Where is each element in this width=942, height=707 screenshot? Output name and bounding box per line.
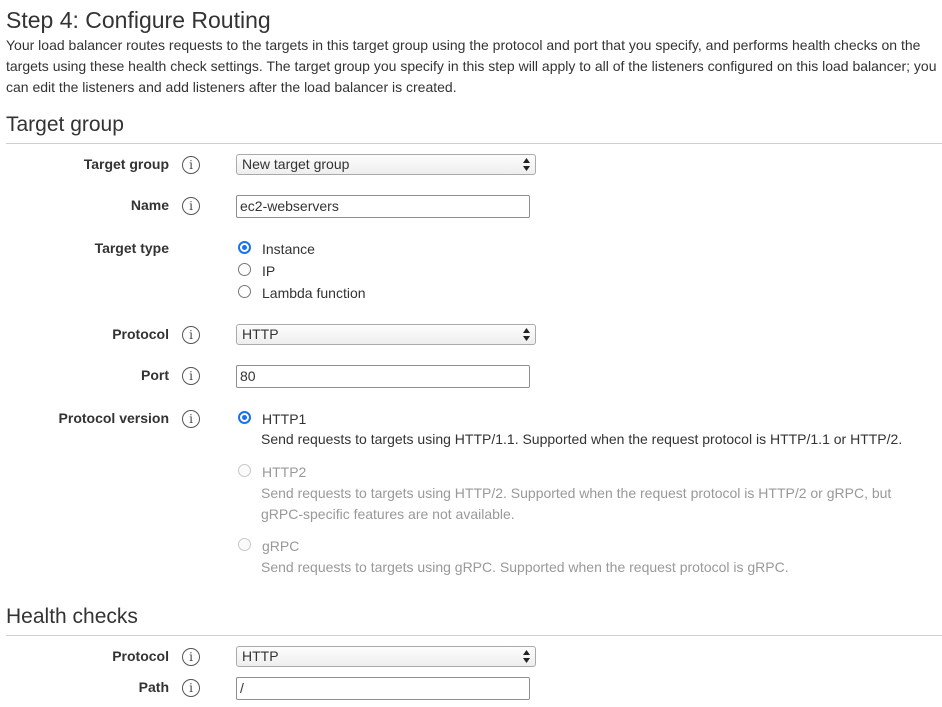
info-icon[interactable]: i bbox=[182, 679, 200, 697]
health-check-protocol-select-value: HTTP bbox=[242, 648, 279, 664]
protocol-version-http1-label[interactable]: HTTP1 bbox=[262, 410, 306, 428]
protocol-version-http2-radio bbox=[238, 464, 251, 477]
target-type-label: Target type bbox=[94, 240, 169, 256]
target-type-ip-radio[interactable] bbox=[238, 263, 251, 276]
protocol-version-label: Protocol version bbox=[58, 410, 169, 426]
health-check-path-input[interactable]: / bbox=[236, 677, 530, 700]
section-divider bbox=[6, 143, 942, 144]
health-check-path-label: Path bbox=[138, 679, 169, 695]
port-label: Port bbox=[141, 367, 169, 383]
select-arrows-icon bbox=[522, 325, 531, 344]
configure-routing-page: Step 4: Configure Routing Your load bala… bbox=[0, 0, 942, 707]
protocol-label: Protocol bbox=[112, 326, 169, 342]
target-type-instance-label[interactable]: Instance bbox=[262, 240, 315, 258]
target-group-select[interactable]: New target group bbox=[236, 154, 536, 175]
page-title: Step 4: Configure Routing bbox=[6, 7, 271, 33]
target-type-instance-radio[interactable] bbox=[238, 241, 251, 254]
section-title-health-checks: Health checks bbox=[6, 605, 138, 628]
select-arrows-icon bbox=[522, 155, 531, 174]
target-group-select-value: New target group bbox=[242, 156, 350, 172]
target-group-label: Target group bbox=[83, 156, 169, 172]
protocol-version-http1-radio[interactable] bbox=[238, 411, 251, 424]
info-icon[interactable]: i bbox=[182, 197, 200, 215]
section-title-target-group: Target group bbox=[6, 113, 124, 136]
select-arrows-icon bbox=[522, 647, 531, 666]
health-check-protocol-label: Protocol bbox=[112, 648, 169, 664]
name-label: Name bbox=[130, 197, 169, 213]
protocol-version-grpc-description: Send requests to targets using gRPC. Sup… bbox=[261, 559, 789, 575]
target-type-ip-label[interactable]: IP bbox=[262, 262, 275, 280]
target-type-lambda-label[interactable]: Lambda function bbox=[262, 284, 366, 302]
info-icon[interactable]: i bbox=[182, 410, 200, 428]
health-check-protocol-select[interactable]: HTTP bbox=[236, 646, 536, 667]
protocol-version-grpc-label: gRPC bbox=[262, 538, 300, 554]
intro-text: Your load balancer routes requests to th… bbox=[6, 37, 937, 95]
protocol-version-http1-description: Send requests to targets using HTTP/1.1.… bbox=[261, 431, 903, 447]
info-icon[interactable]: i bbox=[182, 367, 200, 385]
section-divider bbox=[6, 635, 942, 636]
protocol-version-http2-description: Send requests to targets using HTTP/2. S… bbox=[261, 485, 892, 522]
target-type-lambda-radio[interactable] bbox=[238, 285, 251, 298]
name-input[interactable]: ec2-webservers bbox=[236, 195, 530, 218]
protocol-version-grpc-radio bbox=[238, 538, 251, 551]
protocol-select[interactable]: HTTP bbox=[236, 324, 536, 345]
info-icon[interactable]: i bbox=[182, 156, 200, 174]
protocol-select-value: HTTP bbox=[242, 326, 279, 342]
port-input[interactable]: 80 bbox=[236, 365, 530, 388]
protocol-version-http2-label: HTTP2 bbox=[262, 464, 307, 480]
info-icon[interactable]: i bbox=[182, 326, 200, 344]
info-icon[interactable]: i bbox=[182, 648, 200, 666]
